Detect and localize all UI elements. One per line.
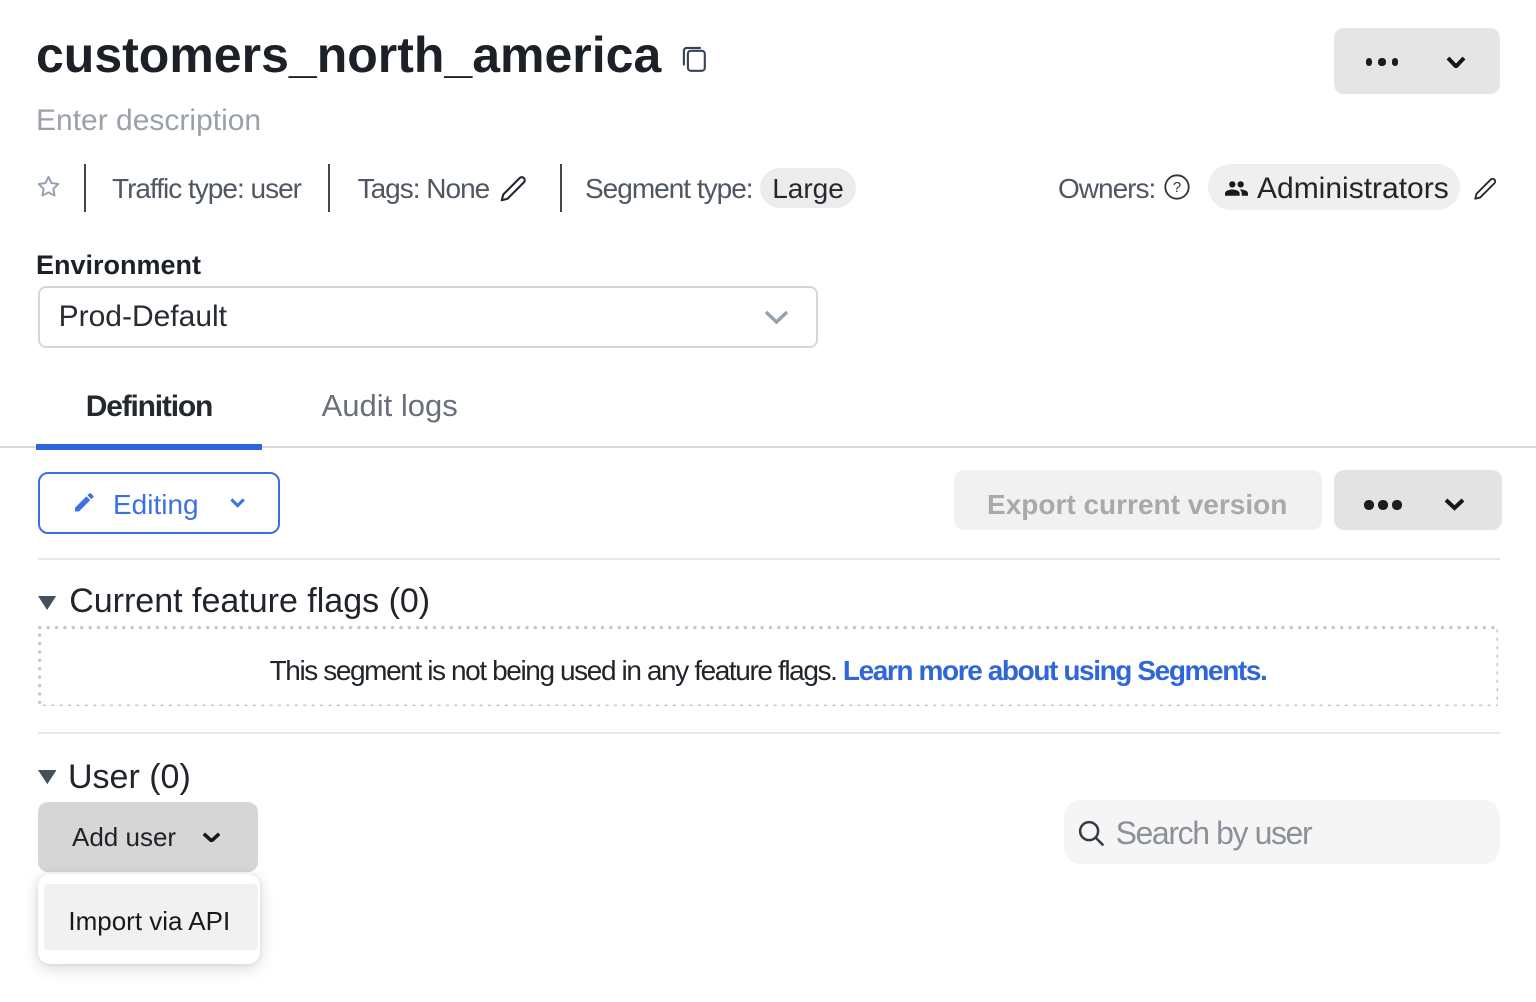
- svg-text:?: ?: [1173, 180, 1181, 197]
